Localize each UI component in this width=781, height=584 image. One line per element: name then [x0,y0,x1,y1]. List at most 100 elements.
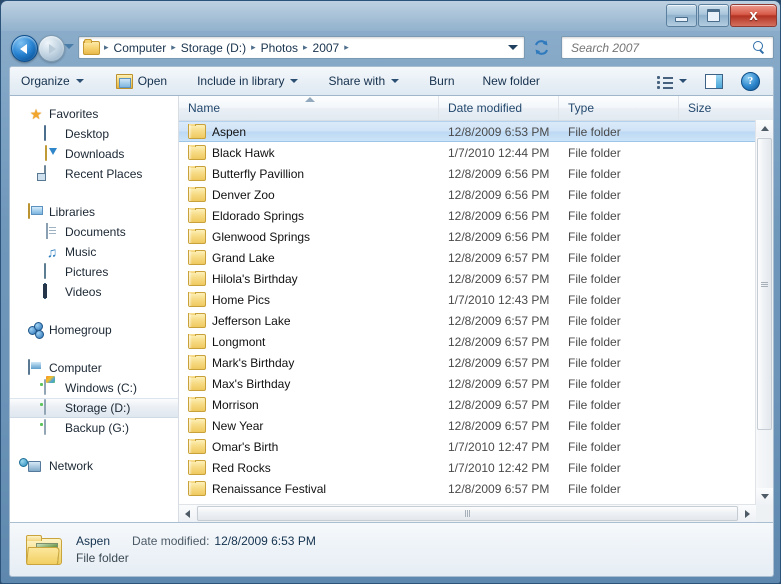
table-row[interactable]: Morrison12/8/2009 6:57 PMFile folder [179,394,773,415]
cell-name: Red Rocks [179,460,439,475]
sidebar-item-pictures[interactable]: Pictures [10,262,178,282]
share-with-button[interactable]: Share with [319,69,408,93]
column-label: Date modified [448,101,522,115]
table-row[interactable]: Denver Zoo12/8/2009 6:56 PMFile folder [179,184,773,205]
folder-icon [188,271,206,286]
cell-name: Hilola's Birthday [179,271,439,286]
table-row[interactable]: Grand Lake12/8/2009 6:57 PMFile folder [179,247,773,268]
content-area: ★ Favorites Desktop Downloads Recent Pla… [9,96,774,523]
table-row[interactable]: Hilola's Birthday12/8/2009 6:57 PMFile f… [179,268,773,289]
cell-name: Mark's Birthday [179,355,439,370]
sidebar-item-backup-g[interactable]: Backup (G:) [10,418,178,438]
table-row[interactable]: Longmont12/8/2009 6:57 PMFile folder [179,331,773,352]
explorer-window: x ▸ Computer ▸ Storage (D:) ▸ Photos ▸ 2… [0,0,781,584]
search-input[interactable] [569,38,753,57]
sidebar-item-videos[interactable]: Videos [10,282,178,302]
address-chevron-down-icon[interactable] [508,45,518,50]
column-header-type[interactable]: Type [559,96,679,120]
table-row[interactable]: Omar's Birth1/7/2010 12:47 PMFile folder [179,436,773,457]
maximize-button[interactable] [698,4,729,27]
table-row[interactable]: Red Rocks1/7/2010 12:42 PMFile folder [179,457,773,478]
file-name: Glenwood Springs [212,230,310,244]
sidebar-item-computer[interactable]: Computer [10,358,178,378]
documents-icon [46,223,48,239]
sidebar-item-downloads[interactable]: Downloads [10,144,178,164]
address-bar[interactable]: ▸ Computer ▸ Storage (D:) ▸ Photos ▸ 200… [78,36,525,59]
cell-date-modified: 1/7/2010 12:44 PM [439,146,559,160]
breadcrumb-photos[interactable]: Photos [258,39,301,57]
file-name: Eldorado Springs [212,209,304,223]
scroll-down-button[interactable] [756,488,773,505]
table-row[interactable]: Home Pics1/7/2010 12:43 PMFile folder [179,289,773,310]
search-box[interactable] [561,36,774,59]
minimize-button[interactable] [666,4,697,27]
details-type: File folder [76,551,316,565]
breadcrumb-2007[interactable]: 2007 [310,39,343,57]
sidebar-item-documents[interactable]: Documents [10,222,178,242]
sidebar-item-storage-d[interactable]: Storage (D:) [10,398,178,418]
table-row[interactable]: Mark's Birthday12/8/2009 6:57 PMFile fol… [179,352,773,373]
minimize-icon [675,17,688,22]
vertical-scrollbar-thumb[interactable] [757,138,772,430]
cell-type: File folder [559,167,679,181]
column-header-date-modified[interactable]: Date modified [439,96,559,120]
sidebar-item-desktop[interactable]: Desktop [10,124,178,144]
close-button[interactable]: x [730,4,777,27]
file-rows[interactable]: Aspen12/8/2009 6:53 PMFile folderBlack H… [179,121,773,522]
new-folder-button[interactable]: New folder [474,69,549,93]
cell-name: Jefferson Lake [179,313,439,328]
table-row[interactable]: Butterfly Pavillion12/8/2009 6:56 PMFile… [179,163,773,184]
scroll-right-button[interactable] [739,505,756,522]
horizontal-scrollbar[interactable] [179,504,756,522]
table-row[interactable]: Eldorado Springs12/8/2009 6:56 PMFile fo… [179,205,773,226]
include-in-library-button[interactable]: Include in library [188,69,307,93]
sidebar-item-libraries[interactable]: Libraries [10,202,178,222]
open-button[interactable]: Open [107,69,176,93]
table-row[interactable]: New Year12/8/2009 6:57 PMFile folder [179,415,773,436]
breadcrumb-storage-d[interactable]: Storage (D:) [178,39,249,57]
navigation-pane[interactable]: ★ Favorites Desktop Downloads Recent Pla… [10,96,179,522]
pictures-icon [44,263,46,279]
file-name: Butterfly Pavillion [212,167,304,181]
sidebar-item-music[interactable]: ♫ Music [10,242,178,262]
organize-button[interactable]: Organize [12,69,93,93]
sidebar-item-favorites[interactable]: ★ Favorites [10,104,178,124]
table-row[interactable]: Max's Birthday12/8/2009 6:57 PMFile fold… [179,373,773,394]
forward-button[interactable] [38,35,65,62]
cell-date-modified: 12/8/2009 6:56 PM [439,230,559,244]
table-row[interactable]: Black Hawk1/7/2010 12:44 PMFile folder [179,142,773,163]
table-row[interactable]: Glenwood Springs12/8/2009 6:56 PMFile fo… [179,226,773,247]
back-button[interactable] [11,35,38,62]
preview-pane-button[interactable] [696,69,732,93]
title-bar[interactable]: x [1,1,781,31]
table-row[interactable]: Renaissance Festival12/8/2009 6:57 PMFil… [179,478,773,499]
forward-arrow-icon [49,44,56,54]
recent-pages-chevron-down-icon[interactable] [64,44,74,49]
column-header-size[interactable]: Size [679,96,765,120]
open-folder-icon [116,74,133,89]
help-button[interactable]: ? [734,69,767,93]
cell-type: File folder [559,356,679,370]
column-header-name[interactable]: Name [179,96,439,120]
table-row[interactable]: Jefferson Lake12/8/2009 6:57 PMFile fold… [179,310,773,331]
horizontal-scrollbar-thumb[interactable] [197,506,738,521]
breadcrumb-separator: ▸ [301,42,310,53]
scroll-left-button[interactable] [179,505,196,522]
sidebar-item-windows-c[interactable]: Windows (C:) [10,378,178,398]
sidebar-item-network[interactable]: Network [10,456,178,476]
change-view-button[interactable] [650,69,694,93]
column-label: Name [188,101,220,115]
scroll-up-button[interactable] [756,120,773,137]
table-row[interactable]: Aspen12/8/2009 6:53 PMFile folder [179,121,773,142]
refresh-button[interactable] [530,36,553,59]
sidebar-item-homegroup[interactable]: Homegroup [10,320,178,340]
sidebar-item-recent-places[interactable]: Recent Places [10,164,178,184]
vertical-scrollbar[interactable] [755,120,773,505]
view-list-icon [657,75,673,88]
cell-type: File folder [559,188,679,202]
cell-type: File folder [559,209,679,223]
burn-button[interactable]: Burn [420,69,463,93]
cell-type: File folder [559,251,679,265]
breadcrumb-computer[interactable]: Computer [111,39,170,57]
details-name: Aspen [76,534,110,548]
